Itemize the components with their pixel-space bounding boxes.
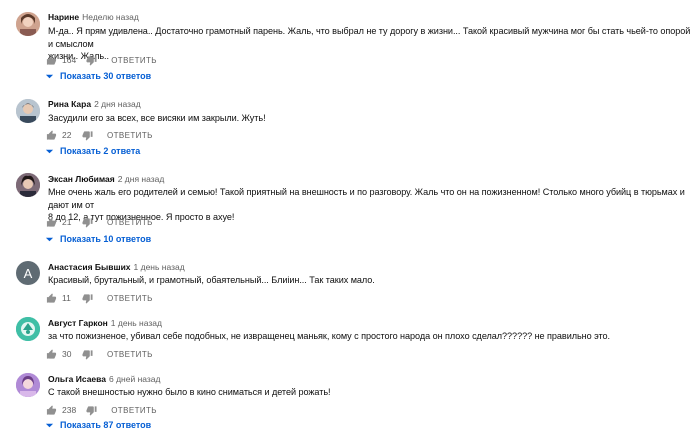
comment-text: за что пожизненое, убивал себе подобных,… xyxy=(48,331,611,341)
comment-author[interactable]: Ольга Исаева xyxy=(48,374,106,384)
reply-button[interactable]: ОТВЕТИТЬ xyxy=(111,406,157,415)
like-count: 238 xyxy=(62,405,77,415)
thumbs-up-icon[interactable] xyxy=(46,54,57,66)
comment-text: Красивый, брутальный, и грамотный, обаят… xyxy=(48,275,375,285)
like-count: 11 xyxy=(62,293,71,303)
like-count: 21 xyxy=(62,217,72,227)
comment-time[interactable]: 6 дней назад xyxy=(109,374,161,384)
like-count: 164 xyxy=(62,55,77,65)
comment-text: Засудили его за всех, все висяки им закр… xyxy=(48,113,266,123)
avatar[interactable] xyxy=(16,373,40,397)
comment-actions: 238 ОТВЕТИТЬ xyxy=(46,403,157,417)
like-count: 22 xyxy=(62,130,72,140)
show-replies-button[interactable]: Показать 87 ответов xyxy=(45,420,151,430)
caret-down-icon xyxy=(45,423,54,427)
show-replies-label: Показать 10 ответов xyxy=(60,234,152,244)
avatar-initial: A xyxy=(23,265,33,281)
comment-author[interactable]: Рина Кара xyxy=(48,99,91,109)
comment-actions: 164 ОТВЕТИТЬ xyxy=(46,53,157,67)
thumbs-up-icon[interactable] xyxy=(46,348,57,360)
thumbs-down-icon[interactable] xyxy=(82,217,93,228)
comment-actions: 30 ОТВЕТИТЬ xyxy=(46,347,153,361)
thumbs-up-icon[interactable] xyxy=(46,404,57,416)
caret-down-icon xyxy=(45,237,54,241)
show-replies-label: Показать 30 ответов xyxy=(60,71,152,81)
comment-time[interactable]: 2 дня назад xyxy=(118,174,165,184)
comment-author[interactable]: Нарине xyxy=(48,12,79,22)
reply-button[interactable]: ОТВЕТИТЬ xyxy=(107,218,153,227)
show-replies-button[interactable]: Показать 10 ответов xyxy=(45,234,151,244)
show-replies-button[interactable]: Показать 30 ответов xyxy=(45,71,151,81)
comment-author[interactable]: Эксан Любимая xyxy=(48,174,115,184)
comment-author[interactable]: Анастасия Бывших xyxy=(48,262,131,272)
show-replies-button[interactable]: Показать 2 ответа xyxy=(45,146,140,156)
comment-time[interactable]: 2 дня назад xyxy=(94,99,141,109)
comment-author[interactable]: Август Гаркон xyxy=(48,318,108,328)
thumbs-down-icon[interactable] xyxy=(82,349,93,360)
comment-text: С такой внешностью нужно было в кино сни… xyxy=(48,387,331,397)
thumbs-down-icon[interactable] xyxy=(86,55,97,66)
comment-actions: 21 ОТВЕТИТЬ xyxy=(46,215,153,229)
avatar[interactable] xyxy=(16,12,40,36)
thumbs-up-icon[interactable] xyxy=(46,129,57,141)
avatar[interactable]: A xyxy=(16,261,40,285)
avatar[interactable] xyxy=(16,317,40,341)
avatar[interactable] xyxy=(16,99,40,123)
reply-button[interactable]: ОТВЕТИТЬ xyxy=(107,350,153,359)
caret-down-icon xyxy=(45,74,54,78)
caret-down-icon xyxy=(45,149,54,153)
show-replies-label: Показать 87 ответов xyxy=(60,420,152,430)
comment-time[interactable]: 1 день назад xyxy=(111,318,162,328)
like-count: 30 xyxy=(62,349,72,359)
comment-actions: 22 ОТВЕТИТЬ xyxy=(46,128,153,142)
thumbs-down-icon[interactable] xyxy=(86,405,97,416)
reply-button[interactable]: ОТВЕТИТЬ xyxy=(111,56,157,65)
comment-time[interactable]: 1 день назад xyxy=(134,262,185,272)
thumbs-up-icon[interactable] xyxy=(46,216,57,228)
reply-button[interactable]: ОТВЕТИТЬ xyxy=(107,294,153,303)
comment-time[interactable]: Неделю назад xyxy=(82,12,139,22)
thumbs-down-icon[interactable] xyxy=(82,293,93,304)
show-replies-label: Показать 2 ответа xyxy=(60,146,141,156)
reply-button[interactable]: ОТВЕТИТЬ xyxy=(107,131,153,140)
thumbs-down-icon[interactable] xyxy=(82,130,93,141)
avatar[interactable] xyxy=(16,173,40,197)
thumbs-up-icon[interactable] xyxy=(46,292,57,304)
comment-actions: 11 ОТВЕТИТЬ xyxy=(46,291,153,305)
